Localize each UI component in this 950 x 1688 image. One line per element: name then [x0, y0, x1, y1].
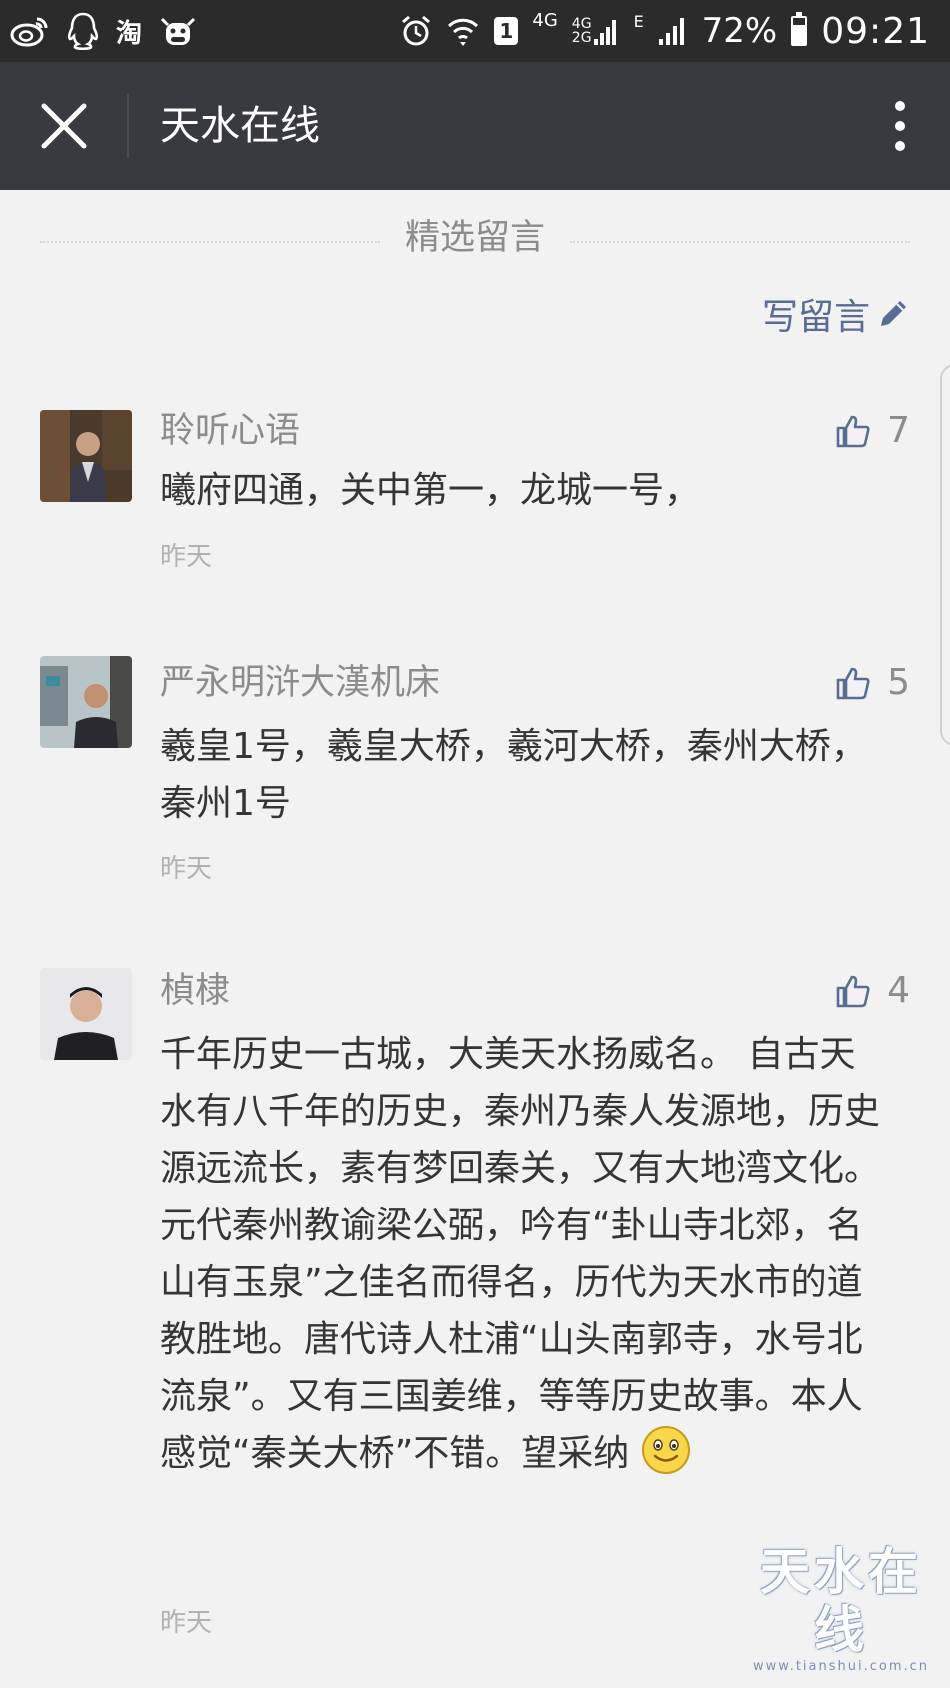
alarm-icon — [402, 15, 431, 46]
dual-network-indicator: 4G 2G — [572, 17, 620, 45]
comment-text: 千年历史一古城，大美天水扬威名。 自古天水有八千年的历史，秦州乃秦人发源地，历史… — [160, 1026, 890, 1482]
comment-text-body: 千年历史一古城，大美天水扬威名。 自古天水有八千年的历史，秦州乃秦人发源地，历史… — [160, 1034, 881, 1474]
network-4g-stack-label: 4G — [571, 16, 592, 32]
close-icon[interactable] — [36, 102, 92, 150]
comment-item: 楨棣 4 千年历史一古城，大美天水扬威名。 自古天水有八千年的历史，秦州乃秦人发… — [0, 962, 950, 1642]
comment-item: 严永明浒大漢机床 5 羲皇1号，羲皇大桥，羲河大桥，秦州大桥，秦州1号 昨天 — [0, 652, 950, 892]
network-e-label: E — [633, 12, 644, 31]
section-divider-right — [570, 241, 910, 243]
more-options-icon[interactable] — [890, 98, 910, 154]
comment-text: 曦府四通，关中第一，龙城一号， — [160, 470, 701, 511]
wifi-icon — [448, 18, 479, 46]
status-bar: 淘 1 4G 4G 2G E 72% 09:21 — [0, 0, 950, 62]
watermark-logo: 天水在线 www.tianshui.com.cn — [746, 1542, 936, 1675]
pencil-icon — [881, 301, 906, 326]
title-divider — [127, 94, 129, 158]
write-comment-label: 写留言 — [761, 297, 870, 338]
like-button[interactable]: 7 — [835, 410, 910, 451]
side-scroll-handle[interactable] — [940, 364, 950, 746]
avatar[interactable] — [40, 968, 132, 1060]
status-bar-right: 1 4G 4G 2G E 72% 09:21 — [400, 8, 930, 54]
like-count: 7 — [887, 410, 910, 451]
weibo-icon — [10, 17, 48, 47]
section-title: 精选留言 — [404, 218, 545, 258]
comment-time: 昨天 — [160, 854, 213, 884]
like-count: 5 — [887, 662, 910, 703]
smile-emoji-icon — [641, 1426, 690, 1474]
comment-nickname: 聆听心语 — [160, 411, 301, 451]
title-bar: 天水在线 — [0, 62, 950, 190]
network-2g-stack-label: 2G — [571, 30, 592, 46]
clock-time: 09:21 — [821, 10, 930, 52]
network-4g-label: 4G — [532, 10, 558, 31]
thumbs-up-icon — [836, 415, 870, 447]
comment-time: 昨天 — [160, 542, 213, 572]
watermark-main-text: 天水在线 — [760, 1542, 922, 1659]
page-title: 天水在线 — [160, 103, 320, 149]
avatar[interactable] — [40, 410, 132, 502]
comment-text: 羲皇1号，羲皇大桥，羲河大桥，秦州大桥，秦州1号 — [160, 726, 867, 824]
signal-bars-icon-2 — [658, 18, 684, 45]
signal-bars-icon — [593, 20, 616, 45]
comment-nickname: 楨棣 — [160, 971, 231, 1011]
thumbs-up-icon — [836, 667, 870, 699]
battery-percent: 72% — [701, 11, 778, 51]
cow-app-icon — [160, 17, 196, 45]
thumbs-up-icon — [836, 975, 870, 1007]
comment-item: 聆听心语 7 曦府四通，关中第一，龙城一号， 昨天 — [0, 400, 950, 580]
battery-fill — [793, 25, 806, 44]
taobao-icon: 淘 — [116, 18, 143, 49]
status-bar-left: 淘 — [10, 8, 198, 54]
battery-icon — [791, 12, 808, 46]
like-count: 4 — [887, 970, 910, 1011]
comment-time: 昨天 — [160, 1608, 213, 1638]
qq-icon — [67, 12, 99, 50]
avatar[interactable] — [40, 656, 132, 748]
watermark-url: www.tianshui.com.cn — [752, 1659, 930, 1674]
sim-1-badge: 1 — [494, 17, 519, 45]
like-button[interactable]: 5 — [835, 662, 910, 703]
comment-nickname: 严永明浒大漢机床 — [160, 663, 441, 703]
write-comment-button[interactable]: 写留言 — [762, 286, 910, 342]
section-header: 精选留言 — [0, 208, 950, 268]
like-button[interactable]: 4 — [835, 970, 910, 1011]
